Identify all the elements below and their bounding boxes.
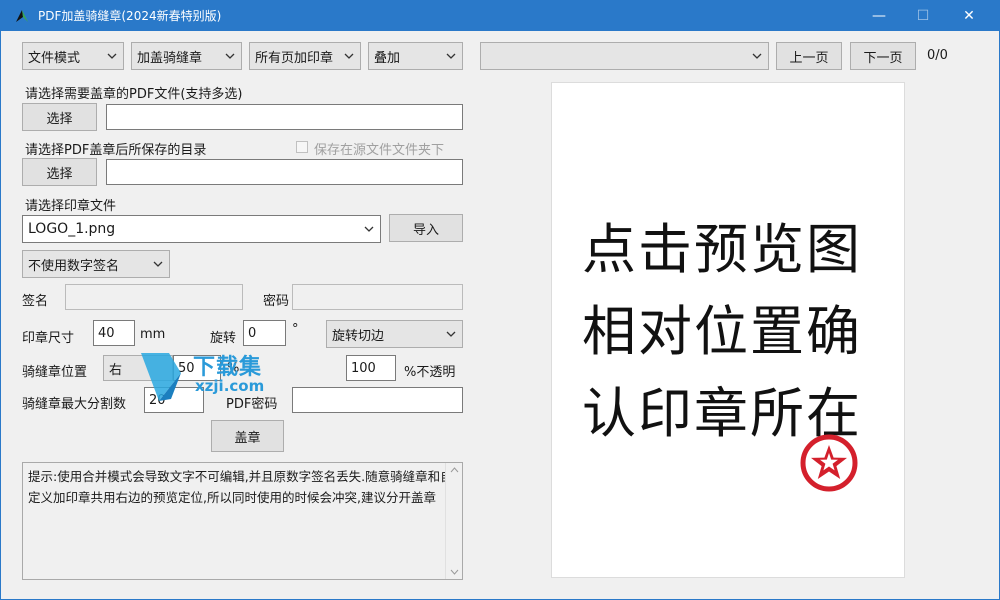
pdf-password-field[interactable] [292,387,463,413]
pages-dropdown[interactable]: 所有页加印章 [249,42,361,70]
signature-label: 签名 [22,294,49,309]
opacity-unit: %不透明 [404,365,456,380]
rotate-mode-value: 旋转切边 [332,328,385,344]
rotate-mode-dropdown[interactable]: 旋转切边 [326,320,463,348]
pdf-path-field[interactable] [106,104,463,130]
scrollbar-arrows-icon [450,467,459,575]
notes-text: 提示:使用合并模式会导致文字不可编辑,并且原数字签名丢失.随意骑缝章和自定义加印… [28,469,453,505]
chevron-down-icon [225,53,235,59]
import-seal-button[interactable]: 导入 [389,214,463,242]
opacity-field[interactable]: 100 [346,355,396,381]
chevron-down-icon [446,331,456,337]
password-label: 密码 [263,294,290,309]
main-window: 文件模式 加盖骑缝章 所有页加印章 叠加 上一页 下一页 0/0 请选择需要盖章… [0,31,1000,600]
watermark-logo: 下载集 xzji.com [141,349,281,409]
save-in-source-checkbox[interactable] [296,141,308,153]
chevron-down-icon [446,53,456,59]
chevron-down-icon [364,226,374,232]
stamp-button[interactable]: 盖章 [211,420,284,452]
preview-line-2: 相对位置确 [582,300,862,363]
seal-size-field[interactable]: 40 [93,320,135,346]
chevron-down-icon [153,261,163,267]
maximize-button[interactable]: ☐ [900,0,946,31]
notes-scrollbar[interactable] [445,463,462,579]
seal-size-unit: mm [140,327,166,342]
page-select-dropdown[interactable] [480,42,769,70]
seal-size-label: 印章尺寸 [22,331,75,346]
preview-line-1: 点击预览图 [582,218,862,281]
app-logo-icon [16,9,28,22]
chevron-down-icon [344,53,354,59]
chevron-down-icon [752,53,762,59]
stamp-type-value: 加盖骑缝章 [137,50,203,66]
signature-mode-value: 不使用数字签名 [28,258,120,274]
watermark-text-en: xzji.com [195,377,265,395]
window-title: PDF加盖骑缝章(2024新春特别版) [38,9,222,23]
minimize-button[interactable]: — [856,0,902,31]
select-save-dir-button[interactable]: 选择 [22,158,97,186]
signature-mode-dropdown[interactable]: 不使用数字签名 [22,250,170,278]
stamp-type-dropdown[interactable]: 加盖骑缝章 [131,42,242,70]
mode-dropdown[interactable]: 文件模式 [22,42,124,70]
save-dir-label: 请选择PDF盖章后所保存的目录 [25,143,207,158]
password-field[interactable] [292,284,463,310]
seal-stamp-icon[interactable] [798,432,860,494]
seal-file-value: LOGO_1.png [28,221,116,237]
chevron-down-icon [107,53,117,59]
title-bar: PDF加盖骑缝章(2024新春特别版) — ☐ ✕ [0,0,1000,31]
close-button[interactable]: ✕ [946,0,992,31]
signature-field[interactable] [65,284,243,310]
rotate-field[interactable]: 0 [243,320,286,346]
save-in-source-label: 保存在源文件文件夹下 [314,143,445,158]
overlay-dropdown[interactable]: 叠加 [368,42,463,70]
prev-page-button[interactable]: 上一页 [776,42,842,70]
notes-textarea[interactable]: 提示:使用合并模式会导致文字不可编辑,并且原数字签名丢失.随意骑缝章和自定义加印… [22,462,463,580]
pdf-file-label: 请选择需要盖章的PDF文件(支持多选) [25,87,243,102]
position-value: 右 [109,362,123,378]
seal-file-label: 请选择印章文件 [25,199,117,214]
page-counter: 0/0 [927,48,948,63]
select-pdf-button[interactable]: 选择 [22,103,97,131]
pages-dropdown-value: 所有页加印章 [255,50,334,66]
next-page-button[interactable]: 下一页 [850,42,916,70]
position-label: 骑缝章位置 [22,365,88,380]
seal-file-dropdown[interactable]: LOGO_1.png [22,215,381,243]
rotate-unit: ° [292,322,299,337]
overlay-dropdown-value: 叠加 [374,50,401,66]
save-dir-field[interactable] [106,159,463,185]
rotate-label: 旋转 [210,331,237,346]
max-split-label: 骑缝章最大分割数 [22,397,127,412]
mode-dropdown-value: 文件模式 [28,50,81,66]
preview-panel[interactable]: 点击预览图 相对位置确 认印章所在 [551,82,905,578]
